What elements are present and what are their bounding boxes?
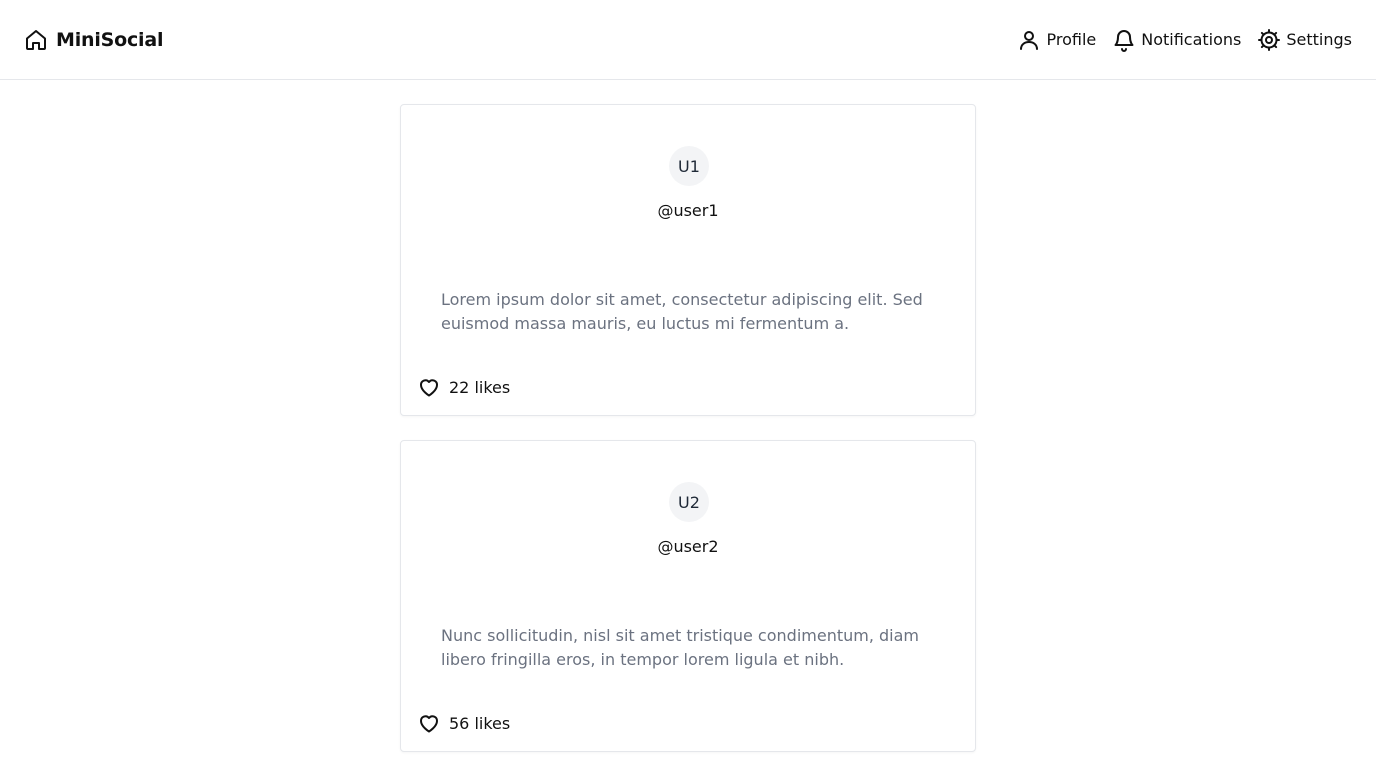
post-text: Nunc sollicitudin, nisl sit amet tristiq…	[441, 626, 919, 669]
heart-icon[interactable]	[417, 711, 441, 735]
main-nav: Profile Notifications Settings	[1017, 0, 1352, 79]
post-card: U1 @user1 Lorem ipsum dolor sit amet, co…	[400, 104, 976, 416]
post-username[interactable]: @user2	[401, 537, 975, 556]
nav-settings[interactable]: Settings	[1257, 28, 1352, 52]
nav-profile[interactable]: Profile	[1017, 28, 1096, 52]
like-row: 56 likes	[417, 711, 510, 735]
like-count: 22 likes	[449, 377, 511, 397]
brand-name: MiniSocial	[56, 28, 164, 51]
like-count: 56 likes	[449, 713, 511, 733]
gear-icon	[1257, 28, 1281, 52]
nav-notifications-label: Notifications	[1141, 30, 1242, 49]
heart-icon[interactable]	[417, 375, 441, 399]
nav-profile-label: Profile	[1046, 30, 1097, 49]
nav-notifications[interactable]: Notifications	[1112, 28, 1241, 52]
post-card: U2 @user2 Nunc sollicitudin, nisl sit am…	[400, 440, 976, 752]
avatar[interactable]: U2	[669, 482, 709, 522]
like-row: 22 likes	[417, 375, 510, 399]
post-username[interactable]: @user1	[401, 201, 975, 220]
user-icon	[1017, 28, 1041, 52]
bell-icon	[1112, 28, 1136, 52]
home-icon	[24, 28, 48, 52]
brand-link[interactable]: MiniSocial	[24, 0, 164, 79]
post-text: Lorem ipsum dolor sit amet, consectetur …	[441, 290, 923, 333]
nav-settings-label: Settings	[1286, 30, 1352, 49]
avatar[interactable]: U1	[669, 146, 709, 186]
top-navbar: MiniSocial Profile Notifications Setting…	[0, 0, 1376, 80]
